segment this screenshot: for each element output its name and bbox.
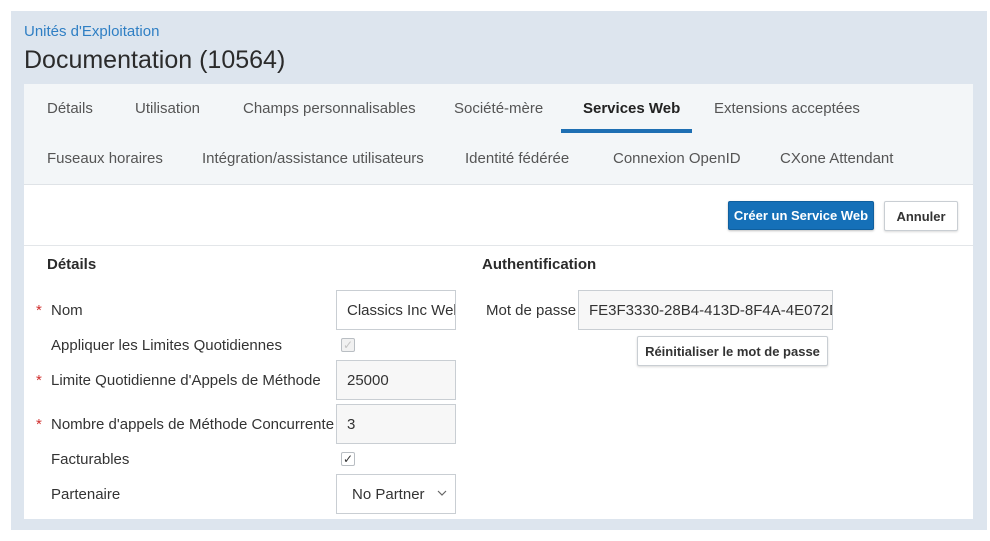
breadcrumb[interactable]: Unités d'Exploitation xyxy=(24,23,159,40)
tab-accepted-extensions[interactable]: Extensions acceptées xyxy=(714,100,860,117)
tab-bar: Détails Utilisation Champs personnalisab… xyxy=(24,84,973,185)
billable-checkbox[interactable]: ✓ xyxy=(341,452,355,466)
tab-time-zones[interactable]: Fuseaux horaires xyxy=(47,150,163,167)
partner-label: Partenaire xyxy=(51,486,121,503)
password-label: Mot de passe xyxy=(486,302,577,319)
tab-integration-support[interactable]: Intégration/assistance utilisateurs xyxy=(202,150,424,167)
create-web-service-button[interactable]: Créer un Service Web xyxy=(728,201,874,230)
auth-section-title: Authentification xyxy=(482,256,597,273)
required-marker: * xyxy=(36,372,42,389)
toolbar-divider xyxy=(24,245,973,246)
chevron-down-icon xyxy=(437,490,447,496)
password-input[interactable]: FE3F3330-28B4-413D-8F4A-4E072D3 xyxy=(578,290,833,330)
tab-web-services[interactable]: Services Web xyxy=(583,100,680,117)
tab-openid-connect[interactable]: Connexion OpenID xyxy=(613,150,741,167)
page-title: Documentation (10564) xyxy=(24,46,286,74)
tab-parent-company[interactable]: Société-mère xyxy=(454,100,543,117)
name-label: Nom xyxy=(51,302,83,319)
apply-limits-label: Appliquer les Limites Quotidiennes xyxy=(51,337,282,354)
tab-custom-fields[interactable]: Champs personnalisables xyxy=(243,100,416,117)
active-tab-indicator xyxy=(561,129,692,133)
tab-cxone-attendant[interactable]: CXone Attendant xyxy=(780,150,893,167)
cancel-button[interactable]: Annuler xyxy=(884,201,958,231)
daily-limit-label: Limite Quotidienne d'Appels de Méthode xyxy=(51,372,321,389)
tab-federated-identity[interactable]: Identité fédérée xyxy=(465,150,569,167)
concurrent-calls-input[interactable]: 3 xyxy=(336,404,456,444)
concurrent-calls-label: Nombre d'appels de Méthode Concurrente xyxy=(51,416,335,433)
tab-details[interactable]: Détails xyxy=(47,100,93,117)
name-input[interactable]: Classics Inc Web xyxy=(336,290,456,330)
partner-select[interactable]: No Partner xyxy=(336,474,456,514)
content-panel: Créer un Service Web Annuler Détails * N… xyxy=(24,185,973,519)
required-marker: * xyxy=(36,416,42,433)
apply-limits-checkbox: ✓ xyxy=(341,338,355,352)
tab-usage[interactable]: Utilisation xyxy=(135,100,200,117)
partner-select-value: No Partner xyxy=(352,485,425,503)
billable-label: Facturables xyxy=(51,451,130,468)
checkmark-icon: ✓ xyxy=(342,452,354,466)
required-marker: * xyxy=(36,302,42,319)
daily-limit-input[interactable]: 25000 xyxy=(336,360,456,400)
reset-password-button[interactable]: Réinitialiser le mot de passe xyxy=(637,336,828,366)
checkmark-icon: ✓ xyxy=(342,338,354,352)
details-section-title: Détails xyxy=(47,256,97,273)
